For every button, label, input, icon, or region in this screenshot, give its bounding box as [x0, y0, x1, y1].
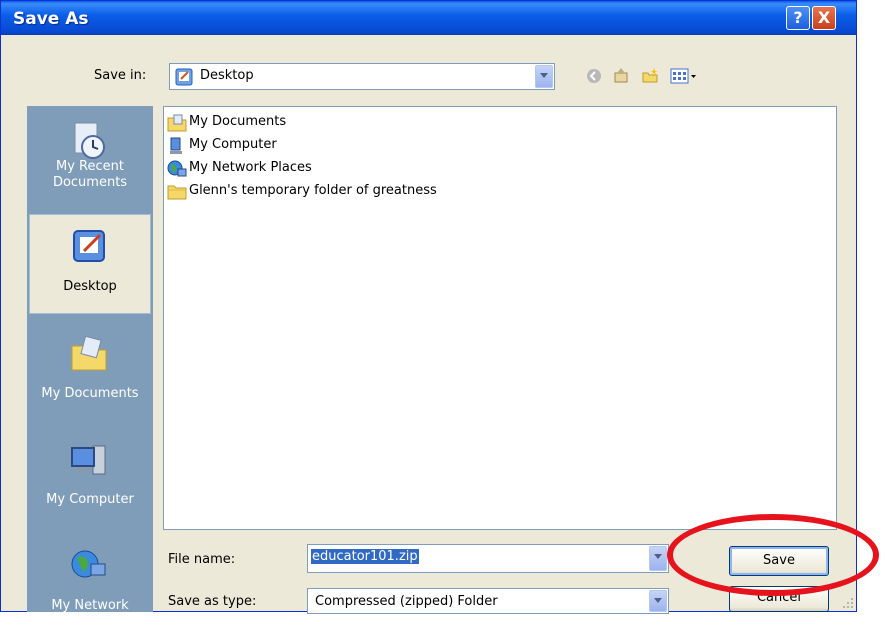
file-name-input[interactable]: educator101.zip	[307, 544, 669, 573]
item-label: My Documents	[189, 114, 287, 129]
place-my-recent-documents[interactable]: My Recent Documents	[29, 109, 151, 209]
help-button[interactable]: ?	[786, 6, 810, 30]
item-label: My Network Places	[189, 160, 312, 175]
save-as-type-label: Save as type:	[168, 594, 257, 609]
place-desktop[interactable]: Desktop	[29, 214, 151, 314]
save-in-value: Desktop	[200, 68, 254, 83]
place-label-line: My Recent	[56, 159, 124, 174]
resize-grip-icon[interactable]	[840, 595, 854, 609]
item-label: My Computer	[189, 137, 277, 152]
place-label: My Computer	[46, 492, 134, 507]
my-network-places-icon	[167, 160, 187, 177]
chevron-down-icon[interactable]	[649, 546, 667, 571]
folder-icon	[167, 185, 187, 200]
up-folder-icon[interactable]	[612, 67, 630, 85]
my-documents-icon	[71, 335, 107, 371]
place-my-computer[interactable]: My Computer	[29, 428, 151, 528]
my-computer-icon	[170, 137, 182, 154]
save-as-type-value: Compressed (zipped) Folder	[315, 594, 498, 609]
new-folder-icon[interactable]	[641, 67, 659, 85]
title-bar[interactable]: Save As ? X	[1, 1, 856, 35]
place-label: My Network	[51, 598, 129, 613]
my-documents-icon	[167, 114, 187, 132]
item-label: Glenn's temporary folder of greatness	[189, 183, 437, 198]
place-my-network[interactable]: My Network	[29, 534, 151, 613]
save-as-type-dropdown[interactable]: Compressed (zipped) Folder	[307, 588, 669, 614]
file-name-label: File name:	[168, 552, 236, 567]
close-button[interactable]: X	[812, 6, 836, 30]
save-in-dropdown[interactable]: Desktop	[169, 63, 555, 90]
recent-documents-icon	[74, 122, 105, 159]
chevron-down-icon[interactable]	[535, 65, 553, 88]
back-icon[interactable]	[585, 67, 603, 85]
place-label: Desktop	[63, 279, 117, 294]
desktop-icon	[73, 230, 105, 262]
chevron-down-icon[interactable]	[649, 590, 667, 612]
highlight-circle	[667, 514, 879, 596]
place-my-documents[interactable]: My Documents	[29, 322, 151, 422]
my-computer-icon	[71, 445, 106, 475]
window-title: Save As	[13, 9, 89, 29]
file-name-value[interactable]: educator101.zip	[311, 549, 419, 564]
view-menu-icon[interactable]	[670, 67, 698, 85]
my-network-icon	[71, 550, 106, 578]
save-in-label: Save in:	[94, 68, 147, 83]
place-label: My Documents	[41, 386, 139, 401]
desktop-icon	[175, 68, 193, 86]
file-list[interactable]: My Documents My Computer My Network Plac…	[163, 106, 837, 530]
place-label-line: Documents	[52, 175, 128, 190]
places-bar: My Recent Documents Desktop My Documents	[27, 106, 153, 613]
